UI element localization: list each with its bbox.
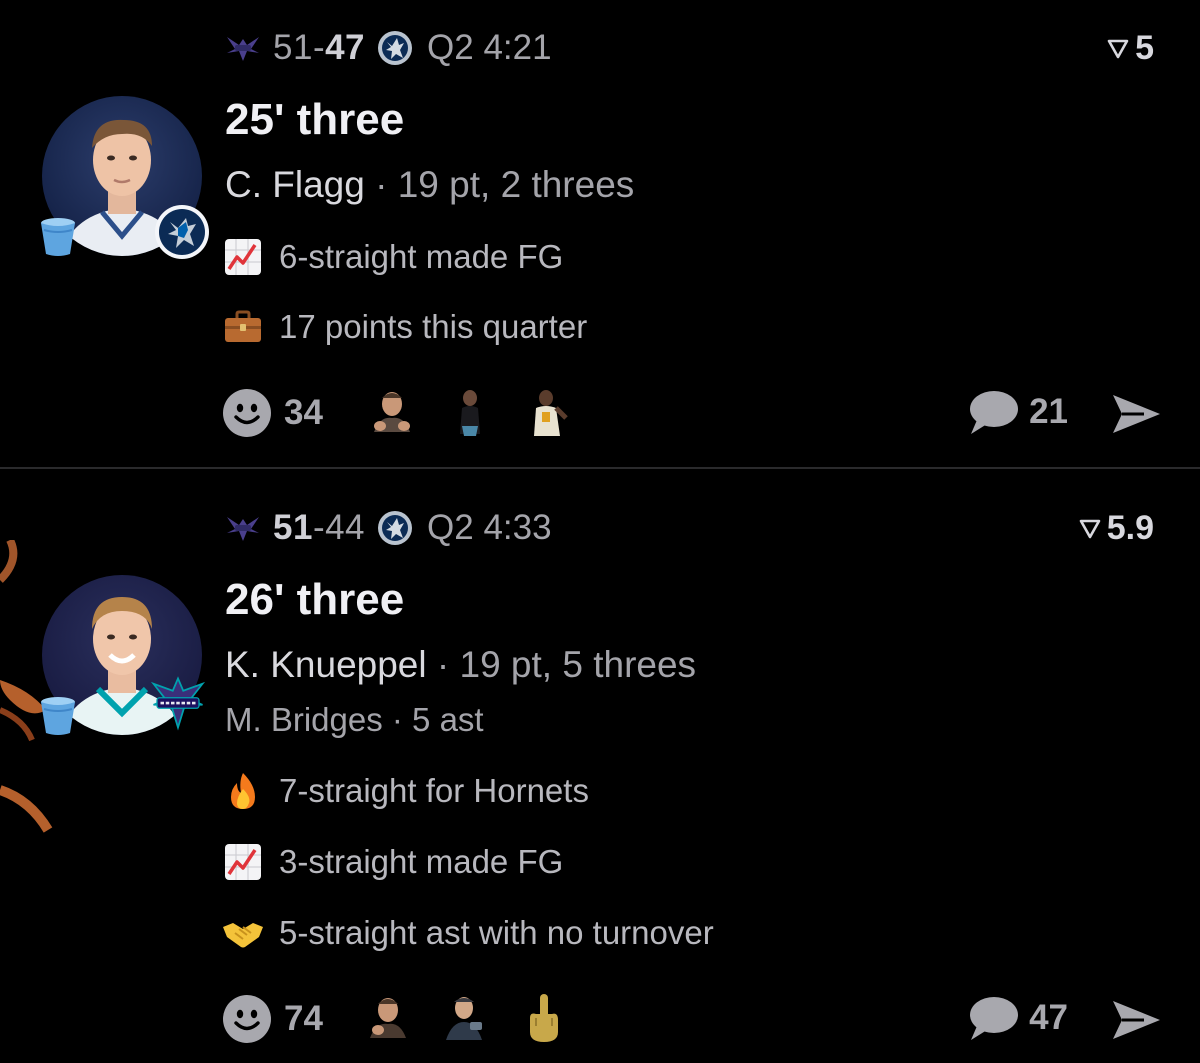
streak-note: 17 points this quarter	[223, 307, 587, 347]
reaction-count: 74	[284, 999, 323, 1038]
middle-finger-icon[interactable]	[518, 992, 570, 1044]
hornets-logo-icon	[227, 37, 259, 61]
mavericks-logo-icon	[155, 205, 209, 259]
game-clock: Q2 4:21	[427, 28, 552, 67]
play-card[interactable]: 51-47 Q2 4:21 5 25' three C. Flagg · 19 …	[0, 0, 1200, 470]
reaction-sticker-icon[interactable]	[520, 386, 572, 438]
player-avatar[interactable]	[41, 575, 208, 741]
player-stats: 19 pt, 2 threes	[397, 164, 635, 205]
assist-stats: 5 ast	[412, 701, 484, 738]
player-line[interactable]: K. Knueppel · 19 pt, 5 threes	[225, 644, 696, 686]
reaction-button[interactable]: 34	[222, 388, 323, 438]
hornets-logo-icon	[150, 676, 206, 731]
player-avatar[interactable]	[41, 96, 209, 262]
comment-bubble-icon	[970, 997, 1019, 1040]
reaction-button[interactable]: 74	[222, 994, 323, 1044]
share-send-icon[interactable]	[1110, 392, 1162, 436]
handshake-icon	[223, 913, 263, 953]
comment-bubble-icon	[970, 391, 1019, 434]
fire-icon	[223, 771, 263, 811]
streak-note: 5-straight ast with no turnover	[223, 913, 714, 953]
comment-button[interactable]: 21	[967, 388, 1068, 436]
win-probability[interactable]: 5.9	[1079, 506, 1154, 550]
reaction-sticker-icon[interactable]	[362, 992, 414, 1044]
reaction-sticker-icon[interactable]	[440, 992, 492, 1044]
filter-triangle-icon	[1079, 519, 1101, 539]
play-title: 25' three	[225, 95, 405, 144]
score-row: 51-47 Q2 4:21	[225, 26, 552, 70]
score-row: 51-44 Q2 4:33	[225, 506, 552, 550]
reaction-count: 34	[284, 393, 323, 432]
streak-note: 6-straight made FG	[223, 237, 563, 277]
share-send-icon[interactable]	[1110, 998, 1162, 1042]
smiley-icon	[223, 995, 271, 1043]
mavericks-logo-icon	[378, 31, 413, 65]
play-card[interactable]: 51-44 Q2 4:33 5.9 26' three K. Knueppel …	[0, 470, 1200, 1063]
reaction-sticker-icon[interactable]	[444, 386, 496, 438]
win-probability[interactable]: 5	[1107, 26, 1154, 70]
hornets-logo-icon	[227, 517, 259, 541]
reaction-sticker-icon[interactable]	[366, 386, 418, 438]
briefcase-icon	[223, 307, 263, 347]
play-title: 26' three	[225, 575, 405, 624]
player-line[interactable]: C. Flagg · 19 pt, 2 threes	[225, 164, 634, 206]
filter-triangle-icon	[1107, 39, 1129, 59]
smiley-icon	[223, 389, 271, 437]
player-stats: 19 pt, 5 threes	[459, 644, 697, 685]
post-divider	[0, 467, 1200, 469]
chart-increasing-icon	[223, 842, 263, 882]
score: 51-44	[273, 508, 366, 547]
assist-player-name[interactable]: M. Bridges	[225, 701, 383, 738]
game-clock: Q2 4:33	[427, 508, 552, 547]
streak-note: 3-straight made FG	[223, 842, 563, 882]
player-name[interactable]: C. Flagg	[225, 164, 365, 205]
streak-note: 7-straight for Hornets	[223, 771, 589, 811]
post-footer: 34 21	[222, 382, 1162, 442]
score: 51-47	[273, 28, 366, 67]
comment-button[interactable]: 47	[967, 994, 1068, 1042]
player-name[interactable]: K. Knueppel	[225, 644, 427, 685]
assist-line[interactable]: M. Bridges · 5 ast	[225, 701, 484, 739]
bucket-icon	[41, 697, 75, 735]
post-footer: 74 47	[222, 988, 1162, 1048]
play-feed: 51-47 Q2 4:21 5 25' three C. Flagg · 19 …	[0, 0, 1200, 1063]
mavericks-logo-icon	[378, 511, 413, 545]
chart-increasing-icon	[223, 237, 263, 277]
bucket-icon	[41, 218, 75, 256]
